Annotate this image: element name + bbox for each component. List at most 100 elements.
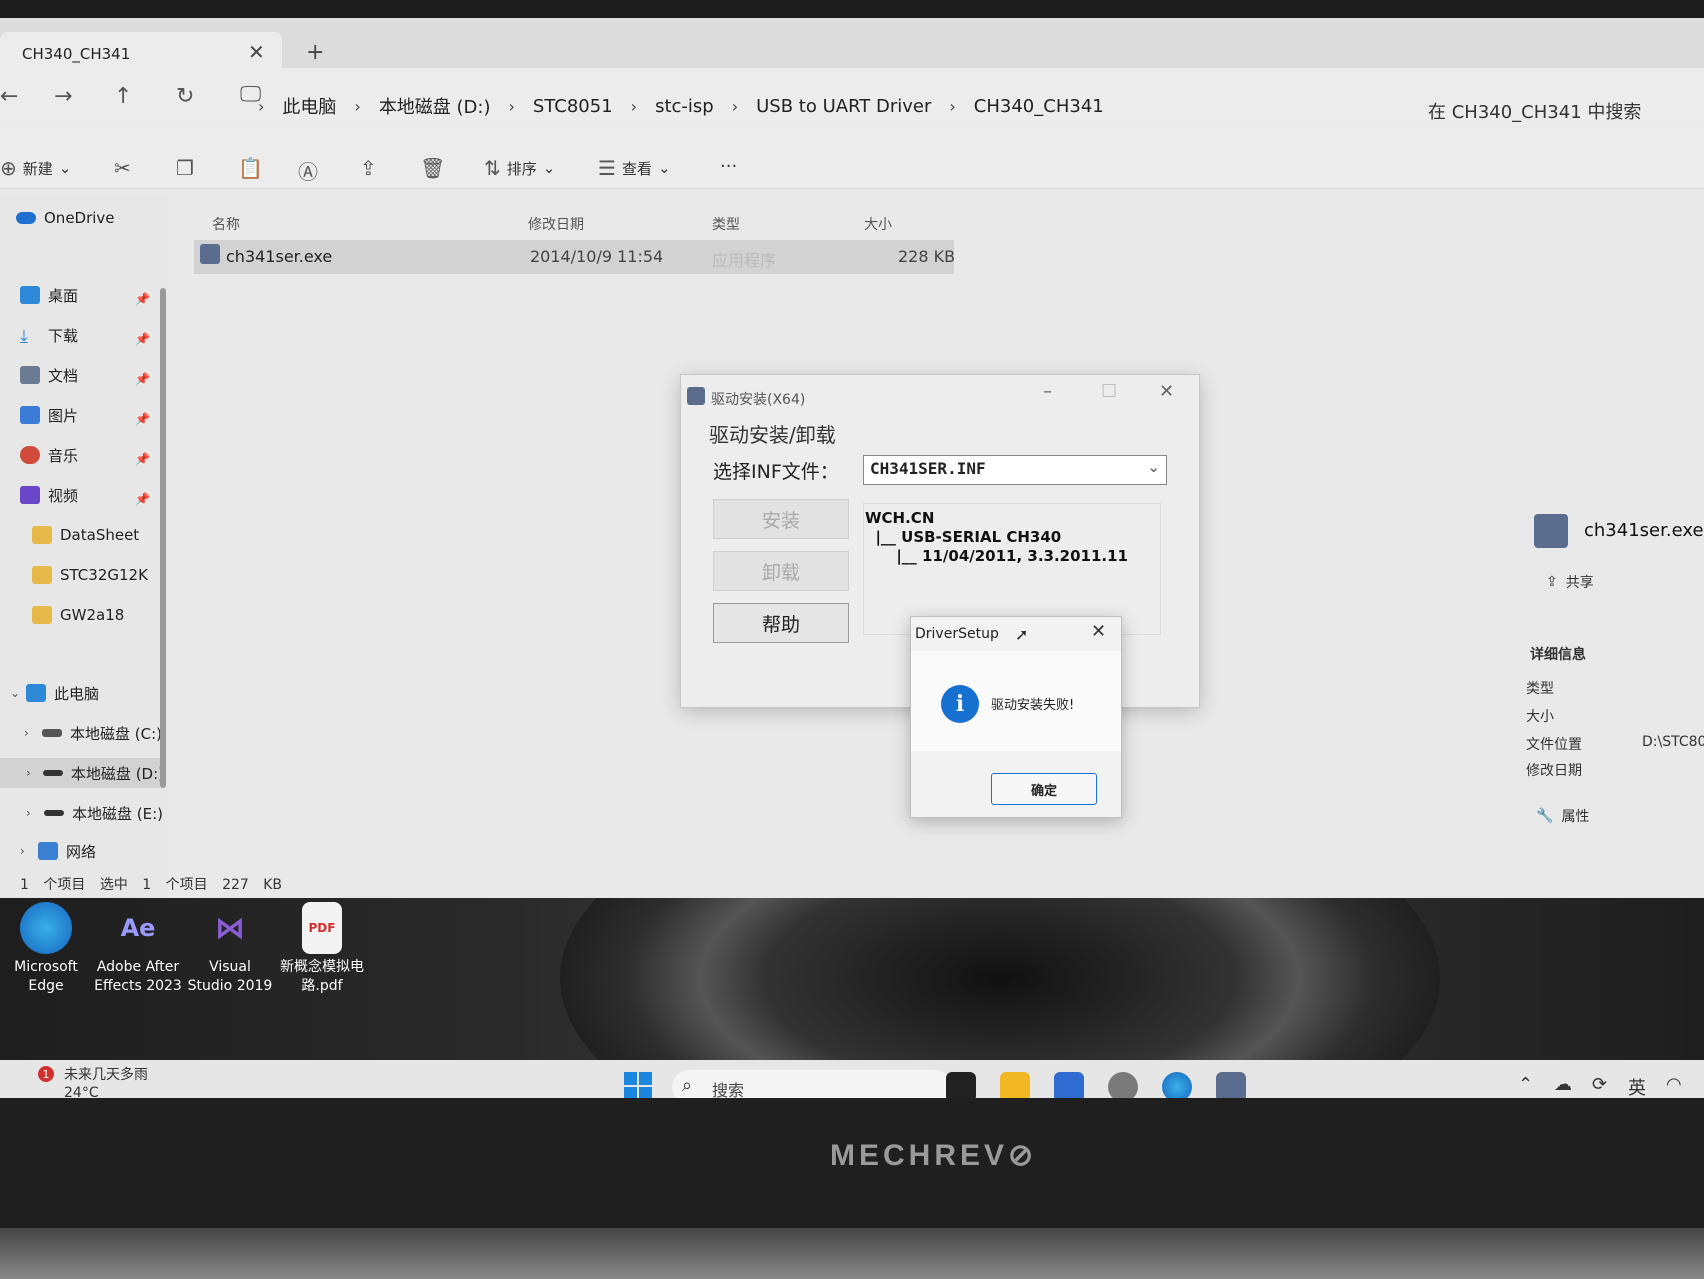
breadcrumb-item[interactable]: 此电脑 bbox=[282, 93, 336, 119]
sort-button[interactable]: ⇅ 排序 ⌄ bbox=[484, 156, 555, 180]
desktop-icon-edge[interactable]: Microsoft Edge bbox=[0, 902, 92, 996]
sidebar-item-drive-e[interactable]: › 本地磁盘 (E:) bbox=[26, 798, 163, 828]
sidebar-item-desktop[interactable]: 桌面 bbox=[20, 280, 78, 310]
column-header-modified[interactable]: 修改日期 bbox=[528, 214, 584, 234]
visual-studio-icon: ⋈ bbox=[215, 910, 245, 946]
task-view-icon[interactable] bbox=[946, 1072, 976, 1098]
search-input[interactable]: 在 CH340_CH341 中搜索 bbox=[1428, 98, 1641, 124]
sidebar-item-downloads[interactable]: ⤓ 下载 bbox=[20, 320, 78, 350]
sidebar-item-pictures[interactable]: 图片 bbox=[20, 400, 78, 430]
sidebar-item-datasheet[interactable]: DataSheet bbox=[32, 520, 139, 550]
details-field-size: 大小 bbox=[1526, 709, 1554, 725]
windows-start-icon[interactable] bbox=[624, 1072, 652, 1098]
breadcrumb-item[interactable]: 本地磁盘 (D:) bbox=[379, 93, 491, 119]
settings-icon[interactable] bbox=[1108, 1072, 1138, 1098]
inf-label: 选择INF文件： bbox=[713, 461, 839, 483]
cut-icon[interactable]: ✂ bbox=[114, 156, 131, 180]
desktop-icon-visual-studio[interactable]: ⋈ Visual Studio 2019 bbox=[184, 902, 276, 996]
sidebar-item-label: 此电脑 bbox=[54, 684, 100, 703]
file-modified: 2014/10/9 11:54 bbox=[530, 247, 664, 266]
sidebar-item-label: 网络 bbox=[66, 842, 97, 861]
breadcrumb-item[interactable]: CH340_CH341 bbox=[974, 96, 1104, 117]
tab-close-icon[interactable]: ✕ bbox=[248, 40, 265, 64]
laptop-brand-logo: MECHREV⊘ bbox=[830, 1139, 1038, 1172]
sidebar-item-onedrive[interactable]: OneDrive bbox=[16, 203, 115, 233]
view-button[interactable]: ☰ 查看 ⌄ bbox=[598, 156, 671, 180]
desktop-icon-label: Microsoft bbox=[14, 959, 78, 975]
computer-icon bbox=[26, 684, 46, 702]
sidebar-item-videos[interactable]: 视频 bbox=[20, 480, 78, 510]
messagebox-text: 驱动安装失败! bbox=[991, 698, 1075, 713]
new-button[interactable]: ⊕ 新建 ⌄ bbox=[0, 156, 71, 180]
onedrive-icon[interactable]: ☁ bbox=[1554, 1074, 1572, 1095]
inf-select[interactable]: CH341SER.INF ⌄ bbox=[863, 455, 1167, 485]
share-icon[interactable]: ⇪ bbox=[360, 156, 377, 180]
refresh-icon[interactable]: ↻ bbox=[176, 84, 194, 109]
store-icon[interactable] bbox=[1054, 1072, 1084, 1098]
file-explorer-icon[interactable] bbox=[1000, 1072, 1030, 1098]
sidebar-item-label: OneDrive bbox=[44, 209, 115, 227]
paste-icon[interactable]: 📋 bbox=[238, 156, 263, 180]
properties-button[interactable]: 🔧 属性 bbox=[1536, 806, 1589, 826]
sidebar-item-network[interactable]: › 网络 bbox=[20, 836, 96, 866]
drive-icon bbox=[44, 810, 64, 816]
plus-icon: ⊕ bbox=[0, 156, 17, 180]
drive-icon bbox=[42, 729, 62, 737]
driver-setup-taskbar-icon[interactable] bbox=[1216, 1072, 1246, 1098]
column-header-type[interactable]: 类型 bbox=[712, 214, 740, 234]
column-header-size[interactable]: 大小 bbox=[864, 214, 892, 234]
help-button[interactable]: 帮助 bbox=[713, 603, 849, 643]
folder-icon bbox=[32, 566, 52, 584]
minimize-icon[interactable]: – bbox=[1043, 381, 1052, 402]
breadcrumb-item[interactable]: stc-isp bbox=[655, 96, 714, 117]
chevron-right-icon: › bbox=[26, 766, 31, 780]
selection-info: 选中 1 个项目 227 KB bbox=[99, 877, 283, 893]
up-arrow-icon[interactable]: ↑ bbox=[114, 84, 132, 109]
weather-text: 未来几天多雨 bbox=[64, 1067, 148, 1083]
sidebar-item-drive-d[interactable]: › 本地磁盘 (D:) bbox=[0, 758, 164, 788]
share-label: 共享 bbox=[1565, 575, 1594, 591]
edge-icon[interactable] bbox=[1162, 1072, 1192, 1098]
close-icon[interactable]: ✕ bbox=[1159, 381, 1174, 402]
sidebar-item-label: DataSheet bbox=[60, 526, 140, 544]
app-icon bbox=[687, 387, 705, 405]
delete-icon[interactable]: 🗑 bbox=[420, 156, 445, 180]
breadcrumb-item[interactable]: STC8051 bbox=[533, 96, 613, 117]
weather-widget[interactable]: 未来几天多雨 24°C bbox=[64, 1066, 148, 1098]
sidebar-item-gw2a18[interactable]: GW2a18 bbox=[32, 600, 124, 630]
uninstall-button[interactable]: 卸载 bbox=[713, 551, 849, 591]
share-button[interactable]: ⇪ 共享 bbox=[1546, 572, 1594, 592]
back-arrow-icon[interactable]: ← bbox=[0, 84, 18, 109]
sidebar-scrollbar[interactable] bbox=[160, 288, 166, 788]
column-header-name[interactable]: 名称 bbox=[212, 214, 240, 234]
sync-icon[interactable]: ⟳ bbox=[1592, 1074, 1607, 1095]
sidebar-item-label: 桌面 bbox=[48, 286, 79, 305]
install-button[interactable]: 安装 bbox=[713, 499, 849, 539]
info-icon: i bbox=[941, 685, 979, 723]
chevron-up-icon[interactable]: ⌃ bbox=[1518, 1074, 1533, 1095]
copy-icon[interactable]: ❐ bbox=[176, 156, 194, 180]
ok-button[interactable]: 确定 bbox=[991, 773, 1097, 805]
dialog-title: 驱动安装(X64) bbox=[711, 392, 806, 408]
chevron-down-icon: ⌄ bbox=[542, 159, 556, 177]
maximize-icon[interactable]: ☐ bbox=[1101, 381, 1117, 402]
desktop-icon-pdf[interactable]: PDF 新概念模拟电 路.pdf bbox=[276, 902, 368, 996]
sidebar-item-drive-c[interactable]: › 本地磁盘 (C:) bbox=[24, 718, 162, 748]
sidebar-item-music[interactable]: 音乐 bbox=[20, 440, 78, 470]
input-method-indicator[interactable]: 英 bbox=[1628, 1074, 1646, 1098]
close-icon[interactable]: ✕ bbox=[1091, 621, 1106, 642]
taskbar-search[interactable]: ⌕ 搜索 bbox=[672, 1070, 952, 1098]
share-icon: ⇪ bbox=[1546, 574, 1558, 590]
more-options-button[interactable]: ··· bbox=[720, 156, 737, 177]
sidebar-item-this-pc[interactable]: ⌄ 此电脑 bbox=[10, 678, 99, 708]
forward-arrow-icon[interactable]: → bbox=[54, 84, 72, 109]
sidebar-item-stc32g12k[interactable]: STC32G12K bbox=[32, 560, 148, 590]
rename-icon[interactable]: Ⓐ bbox=[298, 156, 318, 185]
view-label: 查看 bbox=[621, 159, 652, 178]
folder-icon bbox=[32, 606, 52, 624]
new-tab-button[interactable]: + bbox=[306, 40, 324, 65]
sidebar-item-documents[interactable]: 文档 bbox=[20, 360, 78, 390]
breadcrumb-item[interactable]: USB to UART Driver bbox=[756, 96, 931, 117]
wifi-icon[interactable]: ◠ bbox=[1666, 1074, 1682, 1095]
desktop-icon-after-effects[interactable]: Ae Adobe After Effects 2023 bbox=[92, 902, 184, 996]
